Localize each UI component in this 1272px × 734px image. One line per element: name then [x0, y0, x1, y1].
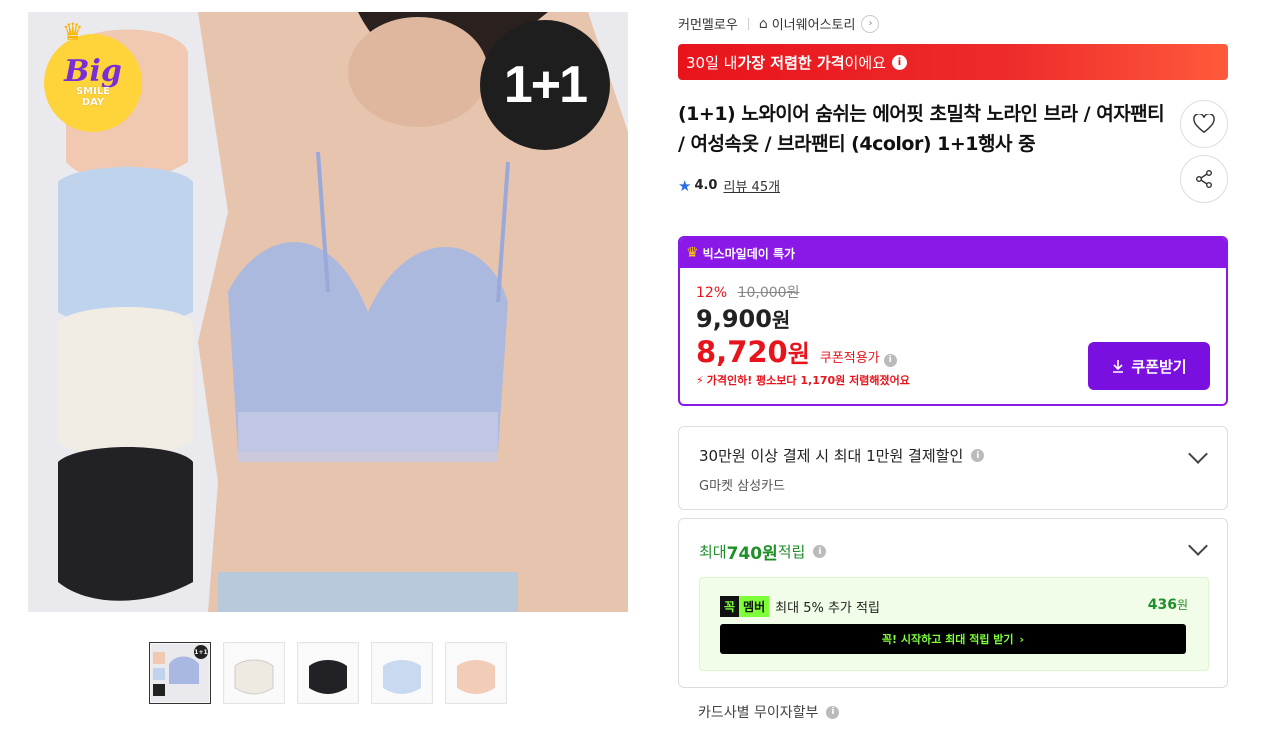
get-coupon-label: 쿠폰받기 [1131, 357, 1187, 376]
coupon-price-unit: 원 [787, 340, 810, 368]
rating-row: ★ 4.0 리뷰 45개 [678, 176, 780, 196]
big-smile-deal-box: ♛ 빅스마일데이 특가 12% 10,000원 9,900원 8,720 원 쿠폰… [678, 236, 1228, 406]
wishlist-button[interactable] [1180, 100, 1228, 148]
info-icon[interactable]: i [813, 545, 827, 558]
info-icon[interactable]: i [891, 54, 907, 70]
review-count: 45개 [751, 180, 781, 195]
installment-label: 카드사별 무이자할부 [698, 705, 819, 721]
category-link[interactable]: 이너웨어스토리 [772, 14, 856, 33]
thumbnail-blue[interactable] [371, 642, 433, 704]
review-label: 리뷰 [723, 180, 748, 195]
membership-cta-label: 꼭! 시작하고 최대 적립 받기 [881, 633, 1014, 646]
store-link[interactable]: 커먼멜로우 [678, 14, 738, 33]
thumb-blue-image [373, 644, 431, 702]
membership-box: 꼭 멤버 최대 5% 추가 적립 436원 꼭! 시작하고 최대 적립 받기 › [699, 577, 1209, 671]
points-amount: 740원 [726, 544, 778, 564]
thumbnail-set[interactable]: 1+1 [149, 642, 211, 704]
home-icon: ⌂ [758, 15, 768, 32]
badge-big: Big [64, 54, 122, 89]
main-product-image[interactable]: ♛ Big SMILE DAY 1+1 [28, 12, 628, 612]
lowest-suffix: 이에요 [844, 53, 886, 72]
star-icon: ★ [678, 176, 692, 195]
points-title: 최대 740원 적립 i [699, 539, 827, 564]
original-price: 10,000원 [737, 285, 800, 301]
chevron-right-icon[interactable]: › [861, 14, 880, 33]
review-link[interactable]: 리뷰 45개 [723, 176, 780, 195]
crown-icon: ♛ [686, 245, 699, 261]
badge-smile: SMILE [75, 86, 111, 97]
chevron-down-icon[interactable] [1188, 536, 1208, 556]
one-plus-one-badge: 1+1 [480, 20, 610, 150]
info-icon[interactable]: i [883, 353, 897, 367]
member-tag-b: 멤버 [739, 596, 770, 617]
big-smile-day-badge: ♛ Big SMILE DAY [44, 18, 142, 132]
card-discount-panel[interactable]: 30만원 이상 결제 시 최대 1만원 결제할인 i G마켓 삼성카드 [678, 426, 1228, 510]
lowest-price-banner: 30일 내 가장 저렴한 가격 이에요 i [678, 44, 1228, 80]
card-discount-title-row: 30만원 이상 결제 시 최대 1만원 결제할인 i [699, 445, 985, 466]
thumb-black-image [299, 644, 357, 702]
thumb-white-image [225, 644, 283, 702]
coupon-price: 8,720 원 쿠폰적용가 i [696, 334, 897, 369]
sale-price-value: 9,900 [696, 305, 772, 333]
coupon-price-value: 8,720 [696, 335, 788, 369]
discount-row: 12% 10,000원 [696, 282, 799, 302]
product-title: (1+1) 노와이어 숨쉬는 에어핏 초밀착 노라인 브라 / 여자팬티 / 여… [678, 103, 1165, 155]
share-button[interactable] [1180, 155, 1228, 203]
price-drop-notice: ⚡ 가격인하! 평소보다 1,170원 저렴해졌어요 [696, 372, 910, 388]
sale-price: 9,900원 [696, 304, 790, 333]
discount-percent: 12% [696, 285, 728, 301]
share-icon [1196, 170, 1212, 188]
badge-day: DAY [81, 97, 105, 108]
info-icon[interactable]: i [826, 705, 840, 719]
lightning-icon: ⚡ [696, 373, 704, 387]
thumbnail-peach[interactable] [445, 642, 507, 704]
heart-icon [1193, 114, 1215, 134]
card-discount-title: 30만원 이상 결제 시 최대 1만원 결제할인 [699, 447, 964, 465]
member-row: 꼭 멤버 최대 5% 추가 적립 [720, 596, 880, 617]
lowest-prefix: 30일 내 [686, 53, 738, 72]
get-coupon-button[interactable]: 쿠폰받기 [1088, 342, 1210, 390]
chevron-right-icon: › [1019, 632, 1025, 646]
thumb-peach-image [447, 644, 505, 702]
membership-cta-button[interactable]: 꼭! 시작하고 최대 적립 받기 › [720, 624, 1186, 654]
chevron-down-icon[interactable] [1188, 444, 1208, 464]
thumb-badge: 1+1 [194, 645, 208, 659]
lowest-bold: 가장 저렴한 가격 [737, 53, 845, 72]
member-amount-unit: 원 [1176, 598, 1188, 612]
thumbnail-white[interactable] [223, 642, 285, 704]
thumbnail-strip: 1+1 [149, 642, 507, 704]
deal-header-label: 빅스마일데이 특가 [702, 246, 796, 261]
info-icon[interactable]: i [971, 449, 985, 462]
crown-icon: ♛ [62, 18, 84, 46]
deal-header: ♛ 빅스마일데이 특가 [680, 238, 1226, 268]
points-suffix: 적립 [777, 543, 806, 561]
member-amount: 436원 [1148, 596, 1188, 613]
member-text: 최대 5% 추가 적립 [775, 601, 880, 616]
sale-price-unit: 원 [771, 308, 791, 332]
points-prefix: 최대 [699, 543, 727, 561]
rating-score: 4.0 [694, 178, 718, 193]
points-panel: 최대 740원 적립 i 꼭 멤버 최대 5% 추가 적립 436원 꼭! 시작하… [678, 518, 1228, 688]
price-drop-text: 가격인하! 평소보다 1,170원 저렴해졌어요 [706, 374, 910, 387]
coupon-apply-label: 쿠폰적용가 [819, 351, 880, 366]
card-discount-subtitle: G마켓 삼성카드 [699, 479, 785, 494]
download-icon [1113, 360, 1124, 373]
member-tag-a: 꼭 [720, 596, 740, 617]
installment-row[interactable]: 카드사별 무이자할부 i [698, 702, 840, 722]
thumbnail-black[interactable] [297, 642, 359, 704]
member-amount-value: 436 [1147, 597, 1177, 613]
breadcrumb-divider [747, 17, 749, 30]
breadcrumb: 커먼멜로우 ⌂ 이너웨어스토리 › [678, 14, 880, 33]
